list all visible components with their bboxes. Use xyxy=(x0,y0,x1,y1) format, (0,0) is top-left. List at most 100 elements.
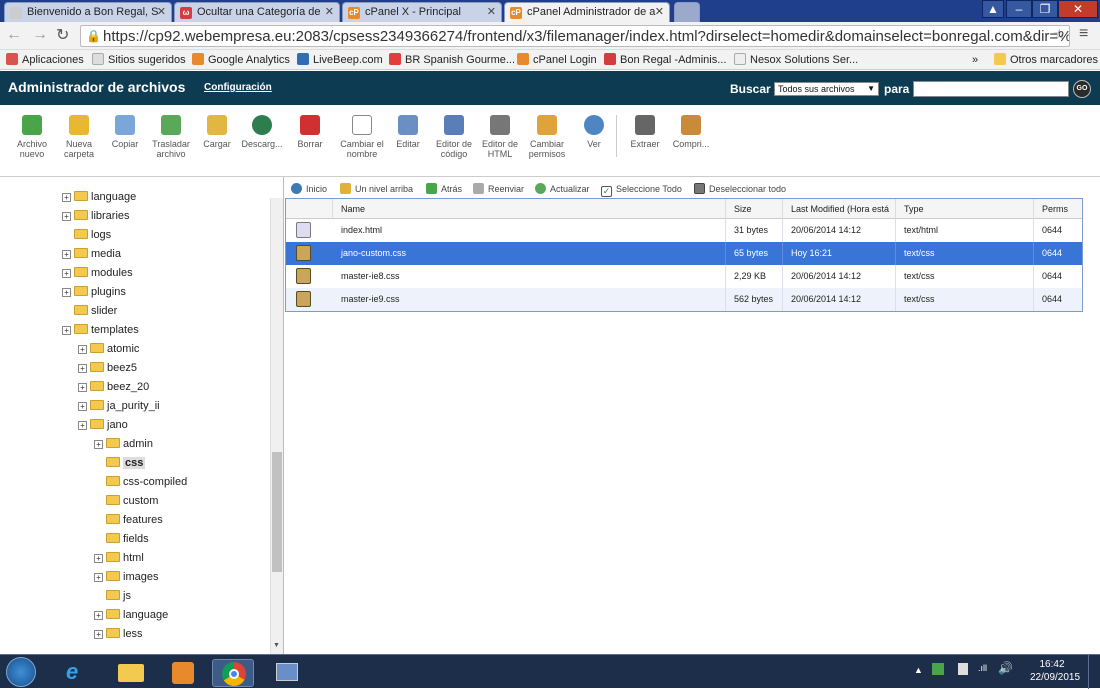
bookmark-item[interactable]: BR Spanish Gourme... xyxy=(389,53,515,67)
bookmark-item[interactable]: Sitios sugeridos xyxy=(92,53,186,67)
move-button[interactable]: Trasladar archivo xyxy=(146,115,196,159)
browser-tab-1[interactable]: Bienvenido a Bon Regal, S ✕ xyxy=(4,2,172,22)
tree-folder-jano[interactable]: + jano xyxy=(78,416,128,434)
media-player-icon[interactable] xyxy=(162,659,204,687)
scrollbar-thumb[interactable] xyxy=(272,452,282,572)
bookmark-item[interactable]: cPanel Login xyxy=(517,53,597,67)
tray-app-icon[interactable] xyxy=(932,663,944,675)
browser-tab-2[interactable]: ω Ocultar una Categoría de ✕ xyxy=(174,2,340,22)
extract-button[interactable]: Extraer xyxy=(620,115,670,149)
clock[interactable]: 16:42 22/09/2015 xyxy=(1030,658,1080,684)
new-file-button[interactable]: Archivo nuevo xyxy=(7,115,57,159)
more-bookmarks[interactable]: » xyxy=(972,53,978,67)
tree-folder-plugins[interactable]: + plugins xyxy=(62,283,126,301)
rename-button[interactable]: Cambiar el nombre xyxy=(337,115,387,159)
search-scope-select[interactable]: Todos sus archivos ▼ xyxy=(774,82,879,96)
bookmark-apps[interactable]: Aplicaciones xyxy=(6,53,84,67)
deselect-all-button[interactable]: Deseleccionar todo xyxy=(694,182,786,196)
tree-folder-fields[interactable]: fields xyxy=(94,530,149,548)
tree-folder-language[interactable]: + language xyxy=(62,188,136,206)
home-nav-button[interactable]: Inicio xyxy=(291,182,327,196)
scroll-down-icon[interactable]: ▼ xyxy=(273,642,280,649)
delete-button[interactable]: Borrar xyxy=(285,115,335,149)
bookmark-item[interactable]: Bon Regal -Adminis... xyxy=(604,53,726,67)
tree-folder-less[interactable]: + less xyxy=(94,625,143,643)
up-level-button[interactable]: Un nivel arriba xyxy=(340,182,413,196)
tree-folder-features[interactable]: features xyxy=(94,511,163,529)
upload-button[interactable]: Cargar xyxy=(192,115,242,149)
table-row[interactable]: master-ie8.css 2,29 KB 20/06/2014 14:12 … xyxy=(286,265,1082,288)
tree-folder-modules[interactable]: + modules xyxy=(62,264,133,282)
user-icon[interactable]: ▲ xyxy=(982,0,1004,18)
tree-folder-js[interactable]: js xyxy=(94,587,131,605)
forward-icon[interactable]: → xyxy=(32,26,48,44)
tree-folder-language[interactable]: + language xyxy=(94,606,168,624)
close-icon[interactable]: ✕ xyxy=(655,3,664,22)
new-tab-button[interactable] xyxy=(674,2,700,22)
forward-button[interactable]: Reenviar xyxy=(473,182,524,196)
address-bar[interactable]: 🔒 https://cp92.webempresa.eu:2083/cpsess… xyxy=(80,25,1070,47)
expand-icon[interactable]: + xyxy=(78,383,87,392)
window-close-icon[interactable]: ✕ xyxy=(1058,0,1098,18)
start-button[interactable] xyxy=(6,657,36,687)
expand-icon[interactable]: + xyxy=(94,630,103,639)
refresh-button[interactable]: Actualizar xyxy=(535,182,590,196)
tree-folder-atomic[interactable]: + atomic xyxy=(78,340,139,358)
view-button[interactable]: Ver xyxy=(569,115,619,149)
expand-icon[interactable]: + xyxy=(62,250,71,259)
expand-icon[interactable]: + xyxy=(94,440,103,449)
expand-icon[interactable]: + xyxy=(78,402,87,411)
html-editor-button[interactable]: Editor de HTML xyxy=(475,115,525,159)
copy-button[interactable]: Copiar xyxy=(100,115,150,149)
bookmark-item[interactable]: LiveBeep.com xyxy=(297,53,383,67)
tree-folder-custom[interactable]: custom xyxy=(94,492,158,510)
expand-icon[interactable]: + xyxy=(78,364,87,373)
expand-icon[interactable]: + xyxy=(62,212,71,221)
bookmark-item[interactable]: Nesox Solutions Ser... xyxy=(734,53,858,67)
code-editor-button[interactable]: Editor de código xyxy=(429,115,479,159)
maximize-icon[interactable]: ❐ xyxy=(1032,0,1058,18)
tray-expand-icon[interactable]: ▲ xyxy=(914,665,923,675)
tree-folder-beez_20[interactable]: + beez_20 xyxy=(78,378,149,396)
expand-icon[interactable]: + xyxy=(78,345,87,354)
tree-folder-logs[interactable]: logs xyxy=(62,226,111,244)
menu-icon[interactable]: ≡ xyxy=(1079,25,1088,43)
close-icon[interactable]: ✕ xyxy=(325,3,334,22)
browser-tab-3[interactable]: cP cPanel X - Principal ✕ xyxy=(342,2,502,22)
tree-folder-html[interactable]: + html xyxy=(94,549,144,567)
tree-folder-css[interactable]: css xyxy=(94,454,146,472)
network-icon[interactable]: .ıll xyxy=(978,663,987,673)
header-type[interactable]: Type xyxy=(896,199,1034,219)
explorer-icon[interactable] xyxy=(110,659,152,687)
header-name[interactable]: Name xyxy=(333,199,726,219)
search-input[interactable] xyxy=(913,81,1069,97)
download-button[interactable]: Descarg... xyxy=(237,115,287,149)
tree-folder-templates[interactable]: + templates xyxy=(62,321,139,339)
expand-icon[interactable]: + xyxy=(78,421,87,430)
tray-usb-icon[interactable] xyxy=(958,663,968,675)
tree-folder-beez5[interactable]: + beez5 xyxy=(78,359,137,377)
tree-scrollbar[interactable]: ▼ xyxy=(270,198,283,654)
show-desktop-button[interactable] xyxy=(1088,655,1100,689)
expand-icon[interactable]: + xyxy=(62,288,71,297)
edit-button[interactable]: Editar xyxy=(383,115,433,149)
other-bookmarks[interactable]: Otros marcadores xyxy=(994,53,1098,67)
close-icon[interactable]: ✕ xyxy=(487,3,496,22)
expand-icon[interactable]: + xyxy=(94,611,103,620)
ie-icon[interactable]: e xyxy=(56,659,98,687)
tree-folder-libraries[interactable]: + libraries xyxy=(62,207,130,225)
new-folder-button[interactable]: Nueva carpeta xyxy=(54,115,104,159)
table-row[interactable]: index.html 31 bytes 20/06/2014 14:12 tex… xyxy=(286,219,1082,242)
expand-icon[interactable]: + xyxy=(62,326,71,335)
volume-icon[interactable]: 🔊 xyxy=(998,661,1013,675)
table-row[interactable]: master-ie9.css 562 bytes 20/06/2014 14:1… xyxy=(286,288,1082,311)
permissions-button[interactable]: Cambiar permisos xyxy=(522,115,572,159)
tree-folder-css-compiled[interactable]: css-compiled xyxy=(94,473,187,491)
tree-folder-images[interactable]: + images xyxy=(94,568,158,586)
header-modified[interactable]: Last Modified (Hora está xyxy=(783,199,896,219)
tree-folder-media[interactable]: + media xyxy=(62,245,121,263)
browser-tab-4-active[interactable]: cP cPanel Administrador de a ✕ xyxy=(504,2,670,22)
expand-icon[interactable]: + xyxy=(62,269,71,278)
expand-icon[interactable]: + xyxy=(62,193,71,202)
tree-folder-ja_purity_ii[interactable]: + ja_purity_ii xyxy=(78,397,160,415)
